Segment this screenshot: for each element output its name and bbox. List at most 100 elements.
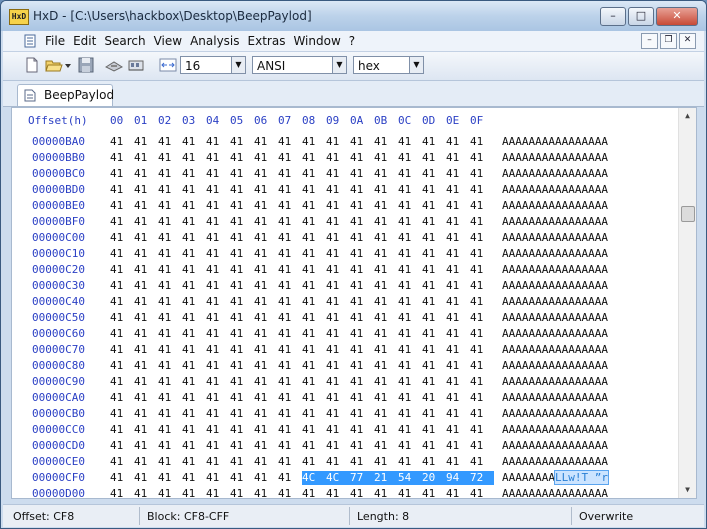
title-bar[interactable]: HxD HxD - [C:\Users\hackbox\Desktop\Beep…: [1, 1, 706, 31]
byte-cell[interactable]: 41: [254, 311, 278, 325]
byte-cell[interactable]: 41: [398, 183, 422, 197]
byte-cell[interactable]: 41: [134, 311, 158, 325]
byte-cell[interactable]: 41: [374, 327, 398, 341]
byte-cell[interactable]: 41: [470, 327, 494, 341]
byte-cell[interactable]: 41: [206, 423, 230, 437]
byte-cell[interactable]: 41: [446, 423, 470, 437]
byte-cell[interactable]: 41: [206, 279, 230, 293]
byte-cell[interactable]: 41: [374, 455, 398, 469]
byte-cell[interactable]: 41: [302, 151, 326, 165]
byte-cell[interactable]: 41: [398, 215, 422, 229]
byte-cell[interactable]: 41: [158, 295, 182, 309]
byte-cell[interactable]: 41: [254, 295, 278, 309]
byte-cell[interactable]: 41: [278, 391, 302, 405]
byte-cell[interactable]: 41: [326, 279, 350, 293]
byte-cell[interactable]: 41: [302, 407, 326, 421]
byte-cell[interactable]: 41: [470, 279, 494, 293]
byte-cell[interactable]: 41: [110, 375, 134, 389]
byte-cell[interactable]: 41: [206, 231, 230, 245]
byte-cell[interactable]: 41: [374, 231, 398, 245]
tab-beeppaylod[interactable]: BeepPaylod: [17, 84, 114, 106]
byte-cell[interactable]: 41: [206, 167, 230, 181]
byte-cell[interactable]: 41: [326, 247, 350, 261]
byte-cell[interactable]: 41: [350, 343, 374, 357]
byte-cell[interactable]: 41: [470, 295, 494, 309]
byte-cell[interactable]: 41: [302, 375, 326, 389]
byte-cell[interactable]: 41: [134, 151, 158, 165]
byte-cell[interactable]: 41: [374, 343, 398, 357]
ascii-text[interactable]: AAAAAAAAAAAAAAAA: [502, 247, 608, 260]
byte-cell[interactable]: 41: [134, 295, 158, 309]
byte-cell[interactable]: 41: [230, 311, 254, 325]
byte-cell[interactable]: 41: [254, 183, 278, 197]
byte-cell[interactable]: 41: [302, 439, 326, 453]
byte-cell[interactable]: 41: [230, 279, 254, 293]
byte-cell[interactable]: 41: [206, 263, 230, 277]
byte-cell[interactable]: 4C: [302, 471, 326, 485]
scroll-up-icon[interactable]: ▲: [680, 108, 695, 124]
byte-cell[interactable]: 41: [206, 135, 230, 149]
byte-cell[interactable]: 41: [206, 343, 230, 357]
chevron-down-icon[interactable]: ▼: [409, 57, 423, 73]
ascii-text[interactable]: AAAAAAAAAAAAAAAA: [502, 231, 608, 244]
byte-cell[interactable]: 41: [182, 391, 206, 405]
open-folder-icon[interactable]: [45, 56, 63, 74]
byte-cell[interactable]: 41: [470, 231, 494, 245]
byte-cell[interactable]: 41: [278, 327, 302, 341]
byte-cell[interactable]: 41: [302, 455, 326, 469]
byte-cell[interactable]: 41: [470, 359, 494, 373]
doc-restore-button[interactable]: ❐: [660, 33, 677, 49]
byte-cell[interactable]: 41: [254, 231, 278, 245]
hex-editor[interactable]: Offset(h) 00 01 02 03 04 05 06 07 08 09 0A 0B 0C 0D 0E…: [11, 107, 697, 499]
byte-cell[interactable]: 41: [446, 455, 470, 469]
doc-minimize-button[interactable]: –: [641, 33, 658, 49]
byte-cell[interactable]: 41: [446, 183, 470, 197]
byte-cell[interactable]: 41: [470, 167, 494, 181]
byte-cell[interactable]: 41: [422, 167, 446, 181]
byte-cell[interactable]: 41: [326, 455, 350, 469]
byte-cell[interactable]: 41: [326, 263, 350, 277]
ascii-text[interactable]: AAAAAAAAAAAAAAAA: [502, 487, 608, 498]
byte-cell[interactable]: 41: [254, 439, 278, 453]
byte-cell[interactable]: 41: [350, 455, 374, 469]
byte-cell[interactable]: 41: [326, 327, 350, 341]
byte-cell[interactable]: 41: [182, 183, 206, 197]
byte-cell[interactable]: 41: [326, 359, 350, 373]
byte-cell[interactable]: 41: [182, 439, 206, 453]
menu-item[interactable]: ?: [349, 34, 355, 48]
save-disk-icon[interactable]: [77, 56, 95, 74]
byte-cell[interactable]: 41: [158, 247, 182, 261]
byte-cell[interactable]: 41: [446, 359, 470, 373]
ascii-text[interactable]: AAAAAAAAAAAAAAAA: [502, 423, 608, 436]
byte-cell[interactable]: 41: [254, 247, 278, 261]
byte-cell[interactable]: 41: [398, 167, 422, 181]
byte-cell[interactable]: 41: [134, 423, 158, 437]
chevron-down-icon[interactable]: ▼: [332, 57, 346, 73]
byte-cell[interactable]: 41: [158, 439, 182, 453]
menu-item[interactable]: File: [45, 34, 65, 48]
byte-cell[interactable]: 41: [134, 327, 158, 341]
ascii-text[interactable]: AAAAAAAAAAAAAAAA: [502, 135, 608, 148]
byte-cell[interactable]: 41: [446, 279, 470, 293]
byte-cell[interactable]: 41: [182, 327, 206, 341]
byte-cell[interactable]: 41: [134, 247, 158, 261]
byte-cell[interactable]: 41: [398, 327, 422, 341]
byte-cell[interactable]: 41: [230, 167, 254, 181]
byte-cell[interactable]: 41: [206, 327, 230, 341]
byte-cell[interactable]: 41: [470, 391, 494, 405]
byte-cell[interactable]: 41: [326, 423, 350, 437]
byte-cell[interactable]: 41: [230, 151, 254, 165]
byte-cell[interactable]: 41: [422, 311, 446, 325]
maximize-button[interactable]: □: [628, 7, 654, 26]
byte-cell[interactable]: 41: [446, 343, 470, 357]
byte-cell[interactable]: 41: [470, 263, 494, 277]
byte-cell[interactable]: 41: [374, 439, 398, 453]
byte-cell[interactable]: 41: [446, 487, 470, 498]
byte-cell[interactable]: 41: [110, 247, 134, 261]
byte-cell[interactable]: 94: [446, 471, 470, 485]
byte-cell[interactable]: 41: [398, 311, 422, 325]
byte-cell[interactable]: 41: [422, 263, 446, 277]
byte-cell[interactable]: 41: [350, 151, 374, 165]
byte-cell[interactable]: 41: [422, 231, 446, 245]
byte-cell[interactable]: 41: [350, 407, 374, 421]
